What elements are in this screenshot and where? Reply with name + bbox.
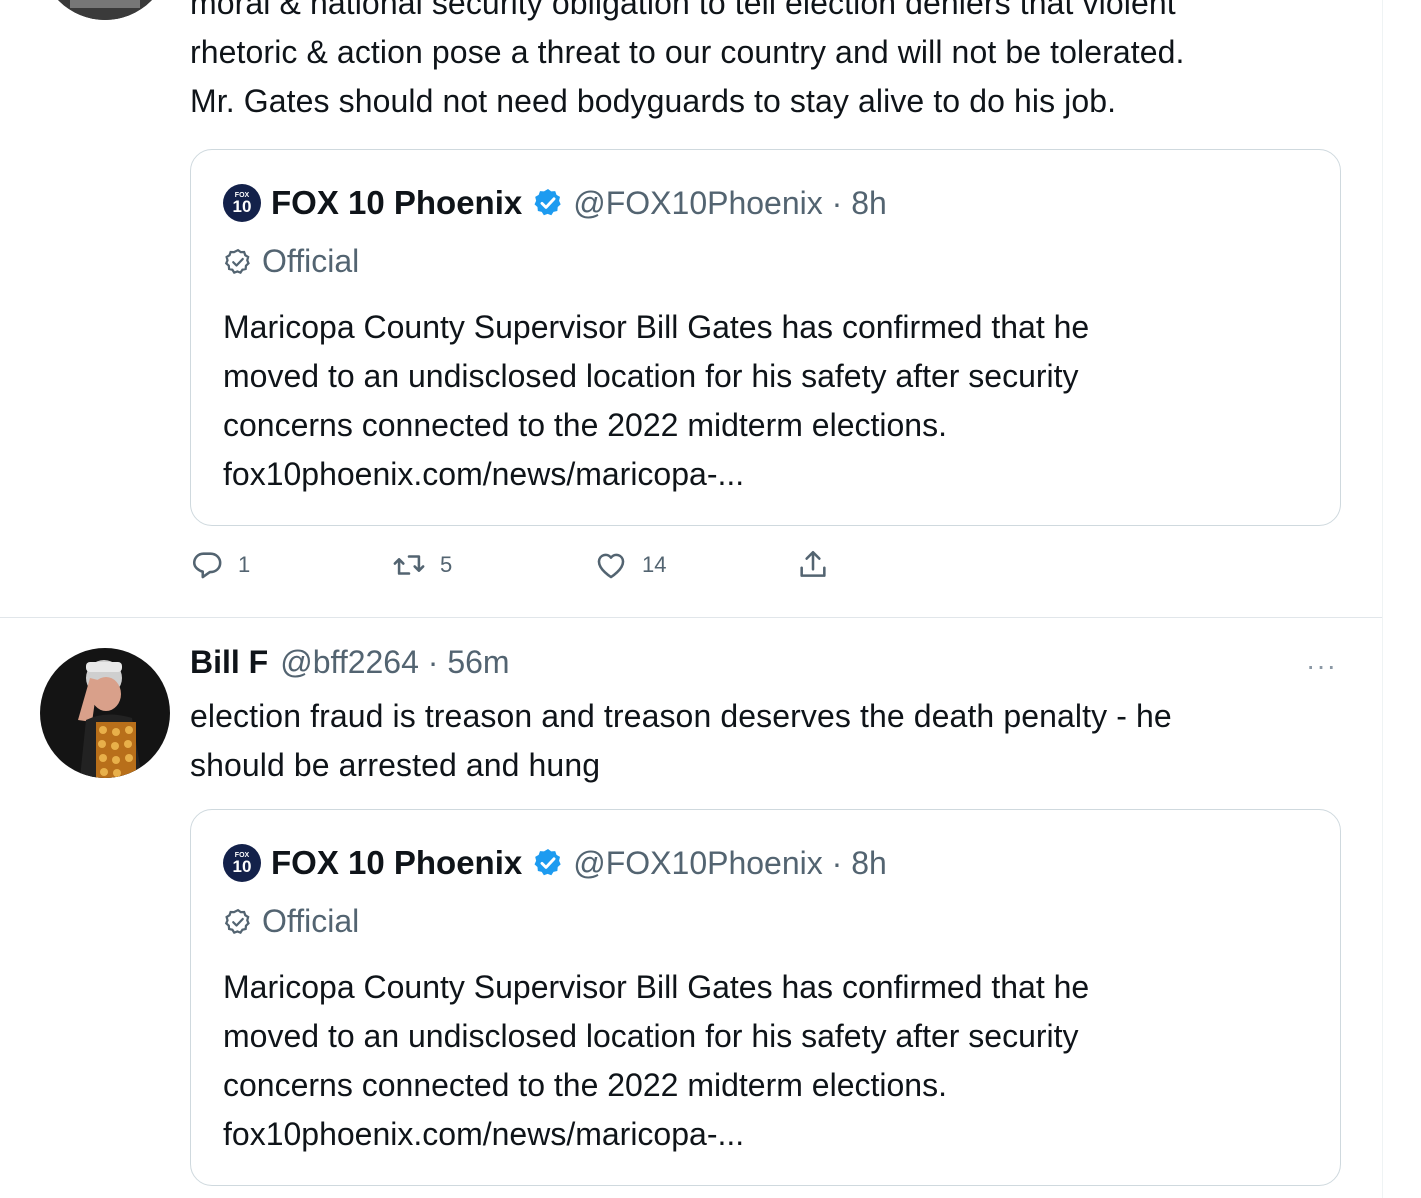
fox10-logo-avatar[interactable]: FOX 10 (223, 184, 261, 222)
quoted-link[interactable]: fox10phoenix.com/news/maricopa-... (223, 450, 1089, 499)
quoted-body-line: moved to an undisclosed location for his… (223, 358, 1079, 394)
avatar[interactable] (40, 0, 170, 20)
tweet-action-bar: 1 5 14 (0, 548, 1382, 588)
tweet-text-line: moral & national security obligation to … (190, 0, 1176, 21)
official-text: Official (262, 243, 360, 279)
official-check-icon (224, 908, 250, 934)
quoted-tweet-header: FOX 10 FOX 10 Phoenix @FOX10Phoenix · 8h (223, 843, 887, 883)
user-handle-time[interactable]: @bff2264 · 56m (280, 644, 509, 681)
like-button[interactable]: 14 (594, 548, 666, 582)
official-label: Official (223, 243, 359, 280)
verified-badge-icon (534, 849, 561, 876)
user-avatar[interactable] (40, 648, 170, 778)
reply-count: 1 (238, 552, 251, 577)
tweet-header: Bill F @bff2264 · 56m (190, 644, 510, 681)
tweet-divider (0, 617, 1382, 618)
quoted-author-handle-time: @FOX10Phoenix · 8h (573, 184, 887, 221)
user-display-name[interactable]: Bill F (190, 644, 268, 681)
timeline-right-border (1382, 0, 1383, 1198)
tweet-text-line: election fraud is treason and treason de… (190, 698, 1172, 734)
quoted-link[interactable]: fox10phoenix.com/news/maricopa-... (223, 1110, 1089, 1159)
reply-button[interactable]: 1 (190, 548, 250, 582)
fox10-logo-avatar[interactable]: FOX 10 (223, 844, 261, 882)
heart-icon (597, 553, 625, 579)
like-count: 14 (642, 552, 667, 577)
verified-badge-icon (534, 189, 561, 216)
official-text: Official (262, 903, 360, 939)
share-button[interactable] (796, 548, 844, 582)
quoted-body-line: concerns connected to the 2022 midterm e… (223, 1067, 947, 1103)
quoted-tweet[interactable]: FOX 10 FOX 10 Phoenix @FOX10Phoenix · 8h… (190, 809, 1341, 1186)
quoted-body-line: Maricopa County Supervisor Bill Gates ha… (223, 969, 1090, 1005)
official-check-icon (224, 248, 250, 274)
retweet-count: 5 (440, 552, 453, 577)
retweet-button[interactable]: 5 (392, 548, 452, 582)
quoted-tweet-body: Maricopa County Supervisor Bill Gates ha… (223, 963, 1089, 1159)
more-options-icon[interactable]: ··· (1306, 650, 1337, 682)
quoted-author-handle-time: @FOX10Phoenix · 8h (573, 844, 887, 881)
reply-icon (192, 552, 222, 579)
tweet-text-line: Mr. Gates should not need bodyguards to … (190, 83, 1117, 119)
quoted-body-line: concerns connected to the 2022 midterm e… (223, 407, 947, 443)
quoted-tweet-header: FOX 10 FOX 10 Phoenix @FOX10Phoenix · 8h (223, 183, 887, 223)
user-avatar-photo (40, 648, 170, 778)
official-label: Official (223, 903, 359, 940)
quoted-tweet[interactable]: FOX 10 FOX 10 Phoenix @FOX10Phoenix · 8h… (190, 149, 1341, 526)
tweet-text-line: should be arrested and hung (190, 747, 601, 783)
tweet-text-line: rhetoric & action pose a threat to our c… (190, 34, 1185, 70)
quoted-tweet-body: Maricopa County Supervisor Bill Gates ha… (223, 303, 1089, 499)
quoted-body-line: Maricopa County Supervisor Bill Gates ha… (223, 309, 1090, 345)
quoted-author-name[interactable]: FOX 10 Phoenix (271, 844, 522, 882)
tweet-text: moral & national security obligation to … (190, 0, 1185, 126)
retweet-icon (393, 555, 425, 575)
share-icon (800, 550, 826, 577)
quoted-author-name[interactable]: FOX 10 Phoenix (271, 184, 522, 222)
quoted-body-line: moved to an undisclosed location for his… (223, 1018, 1079, 1054)
tweet-text: election fraud is treason and treason de… (190, 692, 1172, 790)
